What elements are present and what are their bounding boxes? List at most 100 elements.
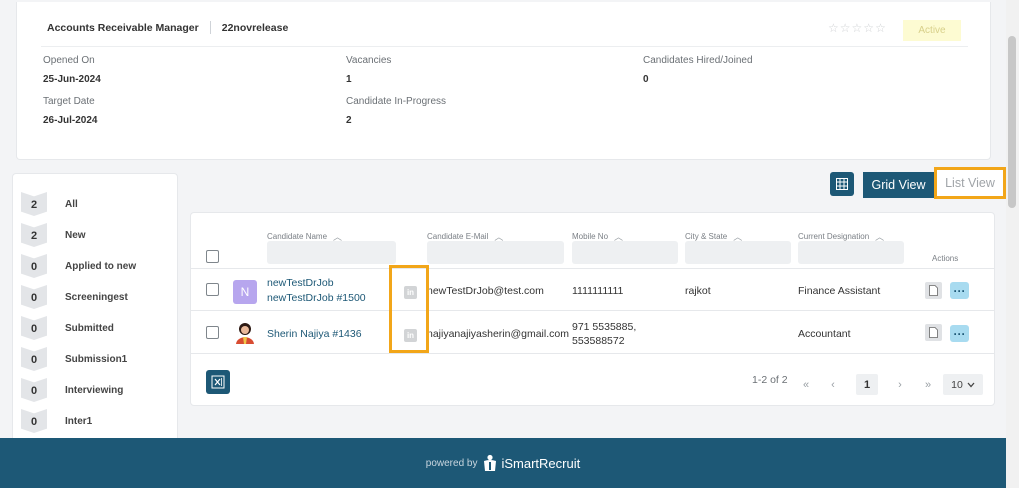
stage-count: 0 (21, 316, 47, 340)
candidate-designation: Accountant (798, 328, 851, 340)
grid-view-button[interactable]: Grid View (863, 172, 934, 198)
linkedin-highlight (389, 265, 429, 353)
stage-count: 0 (21, 347, 47, 371)
column-header-label: Mobile No (572, 232, 609, 241)
avatar (236, 323, 254, 344)
candidate-mobile-alt: 553588572 (572, 335, 625, 347)
row-divider (191, 310, 994, 311)
stage-item-interviewing[interactable]: 0 Interviewing (21, 377, 123, 403)
candidate-name-link[interactable]: newTestDrJob (267, 277, 334, 290)
select-all-checkbox[interactable] (206, 250, 219, 263)
header-divider (41, 46, 968, 47)
candidate-email: najiyanajiyasherin@gmail.com (427, 328, 569, 340)
page-size-value: 10 (951, 378, 963, 391)
designation-filter-input[interactable] (798, 241, 904, 264)
stage-count: 0 (21, 378, 47, 402)
column-header-label: City & State (685, 232, 728, 241)
job-header: Accounts Receivable Manager 22novrelease (47, 21, 288, 34)
stage-label: Interviewing (65, 384, 124, 396)
opened-on-value: 25-Jun-2024 (43, 74, 101, 85)
stage-label: All (65, 198, 78, 210)
candidate-designation: Finance Assistant (798, 285, 881, 297)
header-divider (191, 268, 994, 269)
hired-label: Candidates Hired/Joined (643, 55, 753, 66)
job-title[interactable]: Accounts Receivable Manager (47, 22, 199, 34)
rating-stars[interactable]: ☆ ☆ ☆ ☆ ☆ (828, 22, 886, 34)
pagination-range: 1-2 of 2 (752, 374, 788, 386)
star-icon[interactable]: ☆ (828, 22, 839, 34)
stage-item-applied-to-new[interactable]: 0 Applied to new (21, 253, 136, 279)
document-icon[interactable] (925, 282, 942, 299)
target-date-value: 26-Jul-2024 (43, 115, 98, 126)
vacancies-label: Vacancies (346, 55, 392, 66)
document-icon[interactable] (925, 324, 942, 341)
candidate-mobile: 971 5535885, (572, 321, 637, 333)
star-icon[interactable]: ☆ (863, 22, 874, 34)
column-header-label: Candidate E-Mail (427, 232, 489, 241)
stage-item-submission1[interactable]: 0 Submission1 (21, 346, 127, 372)
candidate-mobile: 1111111111 (572, 285, 624, 297)
column-header-label: Current Designation (798, 232, 870, 241)
stage-count: 0 (21, 254, 47, 278)
in-progress-label: Candidate In-Progress (346, 96, 447, 107)
grid-icon (836, 178, 848, 190)
brand-logo-icon (484, 454, 497, 471)
chevron-down-icon (967, 382, 975, 387)
header-separator (209, 21, 211, 34)
stage-item-screeningest[interactable]: 0 Screeningest (21, 284, 128, 310)
stage-label: Submission1 (65, 353, 128, 365)
opened-on-label: Opened On (43, 55, 95, 66)
star-icon[interactable]: ☆ (875, 22, 886, 34)
stage-label: Inter1 (65, 415, 93, 427)
status-badge: Active (903, 20, 961, 41)
row-checkbox[interactable] (206, 283, 219, 296)
name-filter-input[interactable] (267, 241, 396, 264)
row-divider (191, 353, 994, 354)
list-view-button[interactable]: List View (934, 167, 1006, 199)
prev-page-icon[interactable]: ‹ (826, 374, 840, 395)
last-page-icon[interactable]: » (921, 374, 935, 395)
mobile-filter-input[interactable] (572, 241, 678, 264)
column-header-actions: Actions (932, 254, 958, 263)
stage-label: Submitted (65, 322, 114, 334)
city-filter-input[interactable] (685, 241, 791, 264)
row-checkbox[interactable] (206, 326, 219, 339)
first-page-icon[interactable]: « (799, 374, 813, 395)
brand-name: iSmartRecruit (501, 455, 581, 471)
star-icon[interactable]: ☆ (852, 22, 863, 34)
target-date-label: Target Date (43, 96, 95, 107)
more-options-icon[interactable]: ··· (950, 325, 969, 342)
candidate-email: newTestDrJob@test.com (427, 285, 544, 297)
export-excel-icon[interactable] (206, 370, 230, 394)
stage-item-inter1[interactable]: 0 Inter1 (21, 408, 92, 434)
avatar: N (233, 280, 257, 304)
powered-by-text: powered by (425, 457, 478, 469)
pipeline-stages-panel: 2 All 2 New 0 Applied to new 0 Screening… (12, 173, 178, 443)
hired-value: 0 (643, 74, 649, 85)
star-icon[interactable]: ☆ (840, 22, 851, 34)
vacancies-value: 1 (346, 74, 352, 85)
stage-count: 0 (21, 285, 47, 309)
more-options-icon[interactable]: ··· (950, 282, 969, 299)
job-release: 22novrelease (221, 21, 289, 34)
stage-count: 0 (21, 409, 47, 433)
stage-item-all[interactable]: 2 All (21, 191, 78, 217)
stage-count: 2 (21, 192, 47, 216)
current-page-button[interactable]: 1 (856, 374, 878, 395)
next-page-icon[interactable]: › (893, 374, 907, 395)
stage-label: Applied to new (65, 260, 137, 272)
job-summary-card: Accounts Receivable Manager 22novrelease… (16, 2, 991, 160)
stage-label: New (65, 229, 86, 241)
candidate-id-link[interactable]: newTestDrJob #1500 (267, 292, 366, 305)
grid-toggle-button[interactable] (830, 172, 854, 196)
stage-item-submitted[interactable]: 0 Submitted (21, 315, 114, 341)
candidate-city: rajkot (685, 285, 711, 297)
candidate-name-link[interactable]: Sherin Najiya #1436 (267, 328, 362, 341)
column-header-label: Candidate Name (267, 232, 328, 241)
stage-item-new[interactable]: 2 New (21, 222, 86, 248)
page-size-select[interactable]: 10 (943, 374, 983, 395)
column-header-label: Actions (932, 254, 959, 263)
email-filter-input[interactable] (427, 241, 564, 264)
stage-label: Screeningest (65, 291, 128, 303)
scrollbar-thumb[interactable] (1008, 36, 1016, 208)
